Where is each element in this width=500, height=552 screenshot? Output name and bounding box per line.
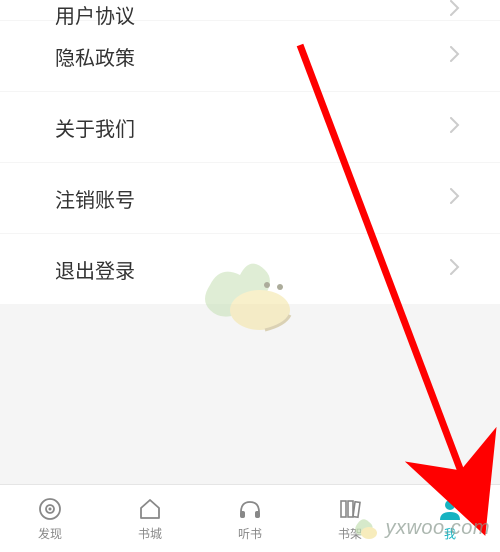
tab-label: 我 [444, 525, 456, 542]
list-item-label: 关于我们 [55, 113, 135, 142]
chevron-right-icon [450, 188, 460, 209]
list-item-logout[interactable]: 退出登录 [0, 234, 500, 304]
list-item-user-agreement[interactable]: 用户协议 [0, 0, 500, 20]
tab-discover[interactable]: 发现 [0, 485, 100, 552]
chevron-right-icon [450, 259, 460, 280]
list-item-about-us[interactable]: 关于我们 [0, 92, 500, 162]
headphones-icon [237, 496, 263, 522]
person-icon [437, 496, 463, 522]
tab-me[interactable]: 我 [400, 485, 500, 552]
list-item-label: 用户协议 [55, 0, 135, 29]
home-icon [137, 496, 163, 522]
tab-label: 书城 [138, 525, 162, 542]
tab-bookstore[interactable]: 书城 [100, 485, 200, 552]
tab-label: 听书 [238, 525, 262, 542]
bottom-tabbar: 发现 书城 听书 书架 我 [0, 484, 500, 552]
list-item-label: 注销账号 [55, 184, 135, 213]
eye-icon [37, 496, 63, 522]
tab-label: 发现 [38, 525, 62, 542]
list-item-label: 隐私政策 [55, 42, 135, 71]
tab-bookshelf[interactable]: 书架 [300, 485, 400, 552]
chevron-right-icon [450, 117, 460, 138]
tab-audiobook[interactable]: 听书 [200, 485, 300, 552]
list-item-privacy-policy[interactable]: 隐私政策 [0, 21, 500, 91]
bookshelf-icon [337, 496, 363, 522]
tab-label: 书架 [338, 525, 362, 542]
chevron-right-icon [450, 0, 460, 21]
settings-list: 用户协议 隐私政策 关于我们 注销账号 退出登录 [0, 0, 500, 305]
list-item-delete-account[interactable]: 注销账号 [0, 163, 500, 233]
chevron-right-icon [450, 46, 460, 67]
list-item-label: 退出登录 [55, 255, 135, 284]
